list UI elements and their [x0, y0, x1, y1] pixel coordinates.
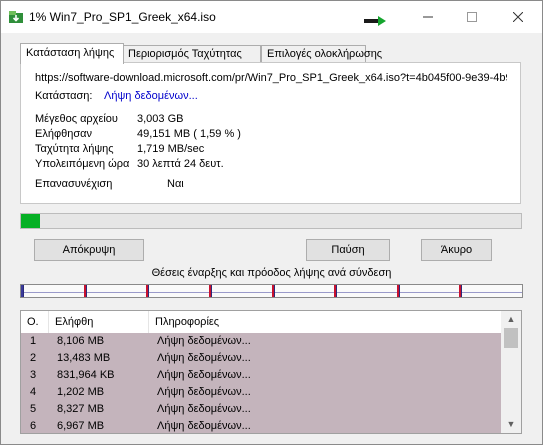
filesize-value: 3,003 GB [137, 113, 184, 125]
segment-progress-marker [336, 285, 337, 297]
row-received: 1,202 MB [57, 386, 105, 398]
table-row[interactable]: 3 831,964 KB Λήψη δεδομένων... [21, 367, 501, 384]
table-rows: 1 8,106 MB Λήψη δεδομένων... 2 13,483 MB Λήψη… [21, 333, 501, 433]
table-row[interactable]: 4 1,202 MB Λήψη δεδομένων... [21, 384, 501, 401]
column-header-number[interactable]: Ο. [21, 311, 49, 333]
scroll-down-icon[interactable]: ▼ [501, 416, 521, 433]
state-label: Κατάσταση: [35, 90, 93, 102]
row-received: 13,483 MB [57, 352, 111, 364]
segment-progress-marker [399, 285, 400, 297]
rate-value: 1,719 MB/sec [137, 143, 205, 155]
download-status-panel: https://software-download.microsoft.com/… [20, 62, 521, 204]
cancel-button[interactable]: Άκυρο [421, 239, 492, 261]
window-title: 1% Win7_Pro_SP1_Greek_x64.iso [29, 10, 216, 24]
remaining-value: 30 λεπτά 24 δευτ. [137, 158, 224, 170]
table-row[interactable]: 6 6,967 MB Λήψη δεδομένων... [21, 418, 501, 433]
download-progress-bar [20, 213, 522, 229]
table-row[interactable]: 2 13,483 MB Λήψη δεδομένων... [21, 350, 501, 367]
row-number: 2 [30, 352, 37, 364]
hide-button[interactable]: Απόκρυψη [34, 239, 144, 261]
tab-speed-limit[interactable]: Περιορισμός Ταχύτητας [122, 45, 261, 63]
resume-label: Επανασυνέχιση [35, 178, 113, 190]
download-manager-icon [9, 11, 23, 23]
row-number: 1 [30, 335, 37, 347]
row-number: 6 [30, 420, 37, 432]
progress-fill [21, 214, 40, 228]
download-url: https://software-download.microsoft.com/… [35, 72, 507, 84]
downloaded-value: 49,151 MB ( 1,59 % ) [137, 128, 241, 140]
downloaded-label: Ελήφθησαν [35, 128, 92, 140]
minimize-button[interactable] [405, 1, 451, 33]
arrow-right-icon [364, 16, 386, 26]
row-received: 8,106 MB [57, 335, 105, 347]
scrollbar-thumb[interactable] [504, 328, 518, 348]
row-info: Λήψη δεδομένων... [157, 335, 251, 347]
row-info: Λήψη δεδομένων... [157, 352, 251, 364]
row-number: 4 [30, 386, 37, 398]
resume-value: Ναι [167, 178, 184, 190]
row-received: 831,964 KB [57, 369, 115, 381]
column-header-info[interactable]: Πληροφορίες [149, 311, 501, 333]
maximize-icon [467, 12, 477, 22]
table-row[interactable]: 5 8,327 MB Λήψη δεδομένων... [21, 401, 501, 418]
tab-download-status[interactable]: Κατάσταση λήψης [20, 43, 124, 64]
segment-progress-marker [211, 285, 212, 297]
segment-progress-marker [23, 285, 24, 297]
row-info: Λήψη δεδομένων... [157, 420, 251, 432]
state-value: Λήψη δεδομένων... [104, 90, 198, 102]
tab-completion-options[interactable]: Επιλογές ολοκλήρωσης [261, 45, 382, 63]
close-icon [513, 12, 523, 22]
segment-progress-marker [274, 285, 275, 297]
maximize-button[interactable] [449, 1, 495, 33]
table-header: Ο. Ελήφθη Πληροφορίες [21, 311, 501, 334]
connections-segment-bar [20, 284, 523, 298]
table-row[interactable]: 1 8,106 MB Λήψη δεδομένων... [21, 333, 501, 350]
scroll-up-icon[interactable]: ▲ [501, 311, 521, 328]
pause-button[interactable]: Παύση [306, 239, 390, 261]
remaining-label: Υπολειπόμενη ώρα [35, 158, 130, 170]
row-info: Λήψη δεδομένων... [157, 369, 251, 381]
download-window: 1% Win7_Pro_SP1_Greek_x64.iso Κατάσταση … [0, 0, 543, 445]
row-number: 3 [30, 369, 37, 381]
segment-progress-marker [86, 285, 87, 297]
row-number: 5 [30, 403, 37, 415]
close-button[interactable] [495, 1, 541, 33]
connections-table: Ο. Ελήφθη Πληροφορίες 1 8,106 MB Λήψη δεδο… [20, 310, 522, 434]
segment-progress-marker [461, 285, 462, 297]
connections-caption: Θέσεις έναρξης και πρόοδος λήψης ανά σύν… [151, 267, 392, 279]
title-bar[interactable]: 1% Win7_Pro_SP1_Greek_x64.iso [1, 1, 542, 33]
filesize-label: Μέγεθος αρχείου [35, 113, 118, 125]
column-header-received[interactable]: Ελήφθη [49, 311, 149, 333]
row-received: 6,967 MB [57, 420, 105, 432]
vertical-scrollbar[interactable]: ▲ ▼ [501, 311, 521, 433]
rate-label: Ταχύτητα λήψης [35, 143, 114, 155]
segment-progress-marker [148, 285, 149, 297]
row-received: 8,327 MB [57, 403, 105, 415]
row-info: Λήψη δεδομένων... [157, 403, 251, 415]
row-info: Λήψη δεδομένων... [157, 386, 251, 398]
minimize-icon [423, 16, 433, 18]
